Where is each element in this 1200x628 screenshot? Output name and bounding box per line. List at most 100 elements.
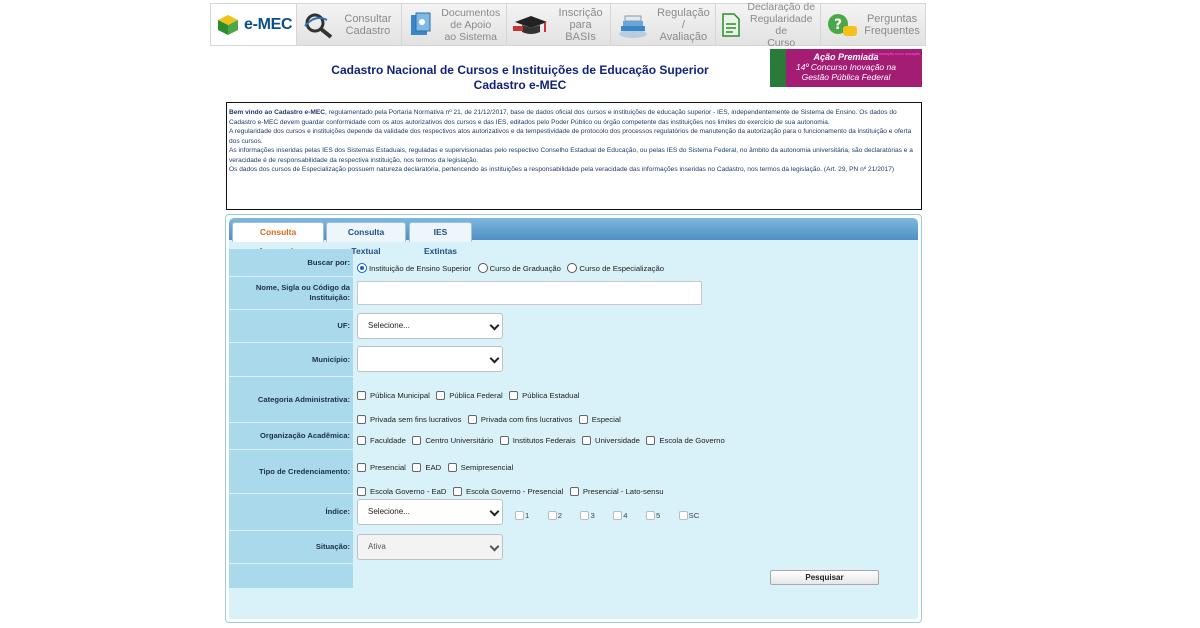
award-banner[interactable]: Ação Premiada 14º Concurso Inovação na G…	[770, 49, 922, 87]
municipio-select[interactable]	[357, 346, 503, 372]
buscar-por-label: Buscar por:	[229, 249, 353, 276]
welcome-text-box: Bem vindo ao Cadastro e-MEC, regulamenta…	[226, 102, 922, 210]
chk-indice-4[interactable]: 4	[613, 511, 627, 520]
categoria-options: Pública Municipal Pública Federal Públic…	[357, 387, 918, 424]
checkbox-label: Pública Municipal	[370, 391, 430, 400]
checkbox[interactable]	[645, 511, 655, 520]
checkbox[interactable]	[499, 436, 509, 445]
welcome-paragraph-3: As informações inseridas pelas IES dos S…	[229, 147, 913, 164]
nav-declaracao-regularidade[interactable]: Declaração de Regularidade de Curso	[716, 1, 822, 49]
checkbox[interactable]	[646, 436, 656, 445]
banner-line3: Gestão Pública Federal	[801, 72, 891, 82]
categoria-label: Categoria Administrativa:	[229, 377, 353, 422]
nav-consultar-cadastro[interactable]: Consultar Cadastro	[297, 4, 402, 45]
checkbox-label: Faculdade	[370, 436, 406, 445]
nav-label: Perguntas Frequentes	[864, 12, 920, 37]
nav-label: Documentos de Apoio ao Sistema	[441, 6, 501, 43]
municipio-label: Município:	[229, 343, 353, 376]
nome-input[interactable]	[357, 281, 702, 305]
indice-select[interactable]: Selecione...	[357, 499, 503, 525]
chk-escola-governo[interactable]: Escola de Governo	[646, 436, 725, 445]
pesquisar-button[interactable]: Pesquisar	[770, 570, 879, 585]
radio-button[interactable]	[357, 263, 367, 273]
situacao-select-value: Ativa	[368, 542, 386, 551]
checkbox[interactable]	[436, 391, 446, 400]
tab-consulta-textual[interactable]: Consulta Textual	[326, 222, 406, 256]
checkbox-label: Pública Federal	[449, 391, 503, 400]
checkbox[interactable]	[580, 511, 590, 520]
checkbox[interactable]	[357, 436, 366, 445]
checkbox[interactable]	[357, 391, 366, 400]
chk-ead[interactable]: EAD	[412, 463, 441, 472]
page-title-sub: Cadastro e-MEC	[473, 78, 567, 92]
tab-ies-extintas[interactable]: IES Extintas	[409, 222, 472, 256]
radio-label: Instituição de Ensino Superior	[369, 263, 472, 273]
chk-publica-federal[interactable]: Pública Federal	[436, 391, 503, 400]
emec-logo-icon	[218, 14, 238, 35]
chk-indice-2[interactable]: 2	[547, 511, 563, 520]
radio-especializacao[interactable]: Curso de Especialização	[567, 263, 664, 273]
checkbox-label: 1	[525, 511, 530, 520]
chk-indice-sc[interactable]: SC	[678, 511, 699, 520]
chevron-down-icon	[489, 541, 500, 552]
uf-select[interactable]: Selecione...	[357, 313, 503, 339]
checkbox-label: 2	[557, 511, 563, 520]
chevron-down-icon	[489, 353, 500, 364]
magnifier-icon	[304, 13, 333, 39]
checkbox[interactable]	[412, 463, 422, 472]
chk-indice-3[interactable]: 3	[580, 511, 595, 520]
chk-publica-municipal[interactable]: Pública Municipal	[357, 391, 430, 400]
checkbox-label: Presencial	[370, 463, 406, 472]
row-situacao: Situação: Ativa	[229, 531, 918, 563]
nav-documentos-apoio[interactable]: Documentos de Apoio ao Sistema	[401, 4, 507, 45]
page-title: Cadastro Nacional de Cursos e Instituiçõ…	[260, 63, 780, 93]
tab-consulta-avancada[interactable]: Consulta Avançada	[232, 222, 324, 256]
chk-semipresencial[interactable]: Semipresencial	[447, 463, 513, 472]
radio-ies[interactable]: Instituição de Ensino Superior	[357, 263, 471, 273]
row-credenciamento: Tipo de Credenciamento: Presencial EAD S…	[229, 450, 918, 496]
checkbox[interactable]	[509, 391, 519, 400]
chk-publica-estadual[interactable]: Pública Estadual	[509, 391, 579, 400]
checkbox[interactable]	[678, 511, 688, 520]
situacao-select[interactable]: Ativa	[357, 534, 503, 560]
chk-indice-1[interactable]: 1	[515, 511, 529, 520]
chk-centro-universitario[interactable]: Centro Universitário	[412, 436, 493, 445]
nav-perguntas-frequentes[interactable]: ? Perguntas Frequentes	[821, 4, 925, 45]
chk-universidade[interactable]: Universidade	[582, 436, 640, 445]
chk-indice-5[interactable]: 5	[645, 511, 661, 520]
chk-institutos-federais[interactable]: Institutos Federais	[499, 436, 576, 445]
row-organizacao: Organização Acadêmica: Faculdade Centro …	[229, 423, 918, 449]
chk-presencial[interactable]: Presencial	[357, 463, 406, 472]
welcome-paragraph-4: Os dados dos cursos de Especialização po…	[229, 166, 895, 173]
row-buscar-por: Buscar por: Instituição de Ensino Superi…	[229, 249, 918, 276]
nav-inscricao-basis[interactable]: Inscrição para BASIs	[506, 4, 612, 45]
checkbox[interactable]	[447, 463, 457, 472]
uf-select-value: Selecione...	[368, 321, 410, 330]
row-nome: Nome, Sigla ou Código da Instituição:	[229, 277, 918, 309]
submit-row-label	[229, 564, 353, 588]
welcome-lead: Bem vindo ao Cadastro e-MEC	[229, 109, 325, 116]
checkbox[interactable]	[412, 436, 422, 445]
row-indice: Índice: Selecione... 1 2 3 4 5 SC	[229, 494, 918, 530]
checkbox[interactable]	[582, 436, 592, 445]
credenciamento-options: Presencial EAD Semipresencial Escola Gov…	[357, 459, 918, 496]
chevron-down-icon	[489, 320, 500, 331]
radio-button[interactable]	[477, 263, 488, 273]
tab-bar: Consulta Avançada Consulta Textual IES E…	[229, 218, 918, 256]
chk-faculdade[interactable]: Faculdade	[357, 436, 406, 445]
checkbox[interactable]	[357, 463, 366, 472]
checkbox-label: Pública Estadual	[522, 391, 580, 400]
checkbox[interactable]	[547, 511, 557, 520]
checkbox[interactable]	[515, 511, 524, 520]
municipio-field	[357, 343, 918, 376]
documents-icon	[410, 12, 431, 35]
nav-label: Regulação / Avaliação	[657, 6, 710, 43]
radio-button[interactable]	[567, 263, 578, 273]
row-uf: UF: Selecione...	[229, 310, 918, 342]
radio-graduacao[interactable]: Curso de Graduação	[477, 263, 561, 273]
checkbox-label: 5	[655, 511, 661, 520]
nav-regulacao-avaliacao[interactable]: Regulação / Avaliação	[611, 4, 717, 45]
svg-text:?: ?	[834, 17, 842, 33]
emec-logo[interactable]: e-MEC	[211, 4, 297, 45]
checkbox[interactable]	[613, 511, 623, 520]
